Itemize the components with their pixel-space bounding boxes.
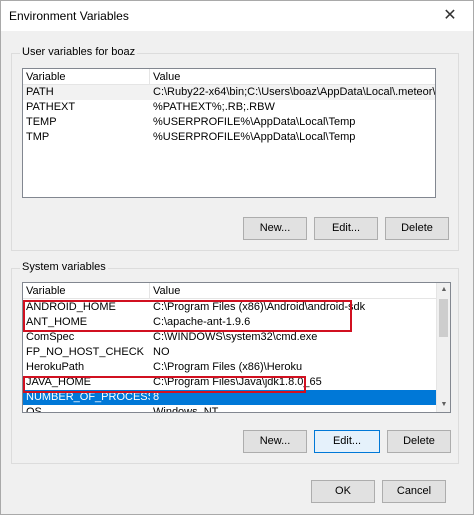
user-new-label: New...	[259, 222, 291, 234]
table-row[interactable]: TEMP %USERPROFILE%\AppData\Local\Temp	[23, 115, 435, 130]
value-cell: C:\apache-ant-1.9.6	[153, 316, 251, 328]
value-cell: C:\Program Files (x86)\Android\android-s…	[153, 301, 366, 313]
variable-cell: ComSpec	[26, 331, 75, 343]
system-new-button[interactable]: New...	[243, 430, 307, 453]
system-edit-button[interactable]: Edit...	[314, 430, 380, 453]
variable-cell: TMP	[26, 131, 50, 143]
column-header-value[interactable]: Value	[150, 69, 435, 85]
user-edit-button[interactable]: Edit...	[314, 217, 378, 240]
user-variables-list[interactable]: Variable Value PATH C:\Ruby22-x64\bin;C:…	[22, 68, 436, 198]
value-cell: C:\WINDOWS\system32\cmd.exe	[153, 331, 318, 343]
list-header: Variable Value	[23, 283, 436, 299]
close-icon: ✕	[443, 7, 457, 24]
variable-cell: TEMP	[26, 116, 57, 128]
value-cell: %USERPROFILE%\AppData\Local\Temp	[153, 116, 356, 128]
system-delete-label: Delete	[403, 435, 435, 447]
system-edit-label: Edit...	[332, 435, 362, 447]
close-button[interactable]: ✕	[427, 1, 473, 31]
variable-cell: PATHEXT	[26, 101, 76, 113]
variable-cell: JAVA_HOME	[26, 376, 91, 388]
variable-cell: FP_NO_HOST_CHECK	[26, 346, 144, 358]
title-bar: Environment Variables ✕	[1, 1, 473, 31]
ok-button[interactable]: OK	[311, 480, 375, 503]
table-row[interactable]: FP_NO_HOST_CHECK NO	[23, 345, 436, 360]
table-row[interactable]: JAVA_HOME C:\Program Files\Java\jdk1.8.0…	[23, 375, 436, 390]
variable-cell: PATH	[26, 86, 54, 98]
value-cell: C:\Ruby22-x64\bin;C:\Users\boaz\AppData\…	[153, 86, 435, 98]
arrow-down-icon[interactable]: ▼	[437, 398, 450, 412]
system-new-label: New...	[259, 435, 291, 447]
cancel-label: Cancel	[396, 485, 432, 497]
variable-cell: ANDROID_HOME	[26, 301, 116, 313]
value-cell: %PATHEXT%;.RB;.RBW	[153, 101, 275, 113]
ok-label: OK	[335, 485, 351, 497]
column-header-variable[interactable]: Variable	[23, 283, 150, 299]
variable-cell: OS	[26, 406, 42, 413]
value-cell: C:\Program Files\Java\jdk1.8.0_65	[153, 376, 322, 388]
environment-variables-dialog: Environment Variables ✕ User variables f…	[0, 0, 474, 515]
column-header-value[interactable]: Value	[150, 283, 436, 299]
table-row[interactable]: ANT_HOME C:\apache-ant-1.9.6	[23, 315, 436, 330]
window-title: Environment Variables	[9, 9, 129, 23]
system-variables-label: System variables	[20, 261, 108, 273]
value-cell: %USERPROFILE%\AppData\Local\Temp	[153, 131, 356, 143]
scrollbar-thumb[interactable]	[439, 299, 448, 337]
system-delete-button[interactable]: Delete	[387, 430, 451, 453]
value-cell: NO	[153, 346, 170, 358]
user-new-button[interactable]: New...	[243, 217, 307, 240]
system-variables-group: System variables Variable Value ANDROID_…	[11, 261, 459, 464]
variable-cell: NUMBER_OF_PROCESSORS	[26, 391, 150, 403]
user-variables-label: User variables for boaz	[20, 46, 138, 58]
list-header: Variable Value	[23, 69, 435, 85]
table-row[interactable]: OS Windows_NT	[23, 405, 436, 413]
table-row[interactable]: ComSpec C:\WINDOWS\system32\cmd.exe	[23, 330, 436, 345]
user-edit-label: Edit...	[331, 222, 361, 234]
user-delete-button[interactable]: Delete	[385, 217, 449, 240]
cancel-button[interactable]: Cancel	[382, 480, 446, 503]
table-row[interactable]: PATHEXT %PATHEXT%;.RB;.RBW	[23, 100, 435, 115]
table-row[interactable]: TMP %USERPROFILE%\AppData\Local\Temp	[23, 130, 435, 145]
table-row[interactable]: HerokuPath C:\Program Files (x86)\Heroku	[23, 360, 436, 375]
table-row-selected[interactable]: NUMBER_OF_PROCESSORS 8	[23, 390, 436, 405]
variable-cell: HerokuPath	[26, 361, 85, 373]
variable-cell: ANT_HOME	[26, 316, 88, 328]
arrow-up-icon[interactable]: ▲	[437, 283, 450, 297]
system-variables-list[interactable]: Variable Value ANDROID_HOME C:\Program F…	[22, 282, 451, 413]
table-row[interactable]: ANDROID_HOME C:\Program Files (x86)\Andr…	[23, 300, 436, 315]
value-cell: Windows_NT	[153, 406, 219, 413]
user-variables-group: User variables for boaz Variable Value P…	[11, 46, 459, 251]
table-row[interactable]: PATH C:\Ruby22-x64\bin;C:\Users\boaz\App…	[23, 85, 435, 100]
user-delete-label: Delete	[401, 222, 433, 234]
column-header-variable[interactable]: Variable	[23, 69, 150, 85]
value-cell: 8	[153, 391, 160, 403]
vertical-scrollbar[interactable]: ▲ ▼	[436, 283, 450, 412]
value-cell: C:\Program Files (x86)\Heroku	[153, 361, 303, 373]
